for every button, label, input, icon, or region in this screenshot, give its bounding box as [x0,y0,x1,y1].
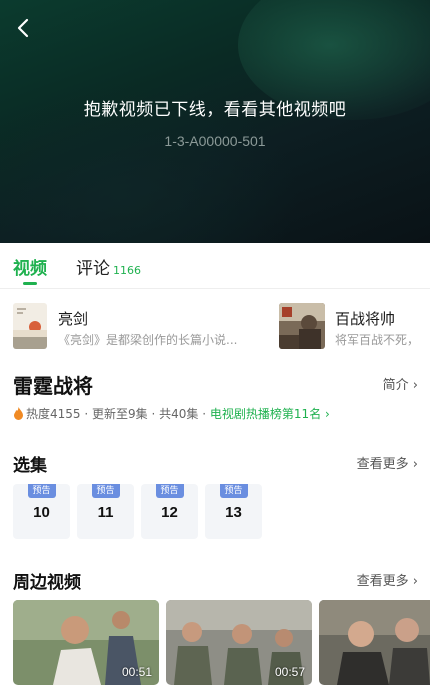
update-status: 更新至9集 [92,407,148,421]
episode-total: 共40集 [159,407,199,421]
nearby-video-card[interactable]: 00:51 [13,600,159,685]
episode-item[interactable]: 预告 12 [141,484,198,539]
related-works: 亮剑 《亮剑》是都梁创作的长篇小说... 百战将帅 将军百战不死， [0,300,430,355]
meta-separator: · [84,407,89,421]
meta-separator: · [202,407,207,421]
video-thumbnail [319,600,430,685]
nearby-videos-title: 周边视频 [13,573,81,593]
back-arrow-icon[interactable] [10,14,38,42]
preview-badge: 预告 [27,484,56,498]
nearby-video-card[interactable] [319,600,430,685]
flame-icon [13,407,24,420]
work-description: 将军百战不死， [335,333,420,347]
comment-count: 1166 [113,264,141,277]
intro-link[interactable]: 简介 › [383,374,418,393]
related-work-item[interactable]: 百战将帅 将军百战不死， [279,300,430,350]
nearby-more-link[interactable]: 查看更多 › [357,570,418,589]
episode-number: 12 [161,504,178,521]
video-duration: 00:57 [274,665,305,679]
episode-number: 10 [33,504,50,521]
tab-video[interactable]: 视频 [13,254,47,279]
episode-item[interactable]: 预告 10 [13,484,70,539]
work-title: 百战将帅 [335,310,396,328]
episodes-title: 选集 [13,456,47,476]
video-player[interactable]: 抱歉视频已下线，看看其他视频吧 1-3-A00000-501 [0,0,430,243]
tab-video-label: 视频 [13,259,47,279]
tab-bar: 视频 评论 1166 [0,243,430,289]
tab-comments-label: 评论 [76,259,110,279]
episode-item[interactable]: 预告 13 [205,484,262,539]
error-code: 1-3-A00000-501 [164,133,266,149]
episode-item[interactable]: 预告 11 [77,484,134,539]
work-description: 《亮剑》是都梁创作的长篇小说... [58,333,238,347]
work-title: 亮剑 [58,310,89,328]
meta-separator: · [151,407,156,421]
work-poster [279,303,325,349]
episodes-more-link[interactable]: 查看更多 › [357,453,418,472]
show-title: 雷霆战将 [13,374,93,398]
preview-badge: 预告 [155,484,184,498]
heat-value: 热度4155 [26,407,81,421]
ranking-link[interactable]: 电视剧热播榜第11名 › [210,407,330,421]
preview-badge: 预告 [91,484,120,498]
offline-message: 抱歉视频已下线，看看其他视频吧 [83,100,347,120]
tab-comments[interactable]: 评论 1166 [76,254,141,279]
work-poster [13,303,47,349]
nearby-video-card[interactable]: 00:57 [166,600,312,685]
video-duration: 00:51 [121,665,152,679]
related-work-item[interactable]: 亮剑 《亮剑》是都梁创作的长篇小说... [13,300,273,350]
show-meta: 热度4155 · 更新至9集 · 共40集 · 电视剧热播榜第11名 › [13,405,330,422]
episode-number: 11 [97,504,114,521]
tab-active-indicator [23,282,37,285]
episode-number: 13 [225,504,242,521]
preview-badge: 预告 [219,484,248,498]
